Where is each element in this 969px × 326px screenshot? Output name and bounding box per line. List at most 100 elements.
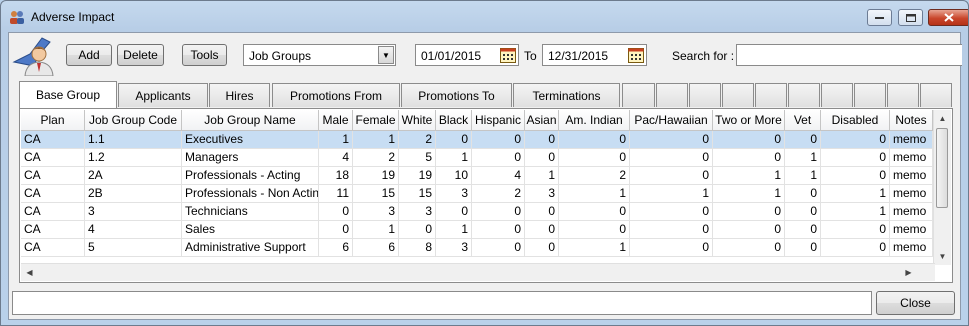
tab-terminations[interactable]: Terminations [513,83,620,107]
grid-header: Plan Job Group Code Job Group Name Male Fema… [21,110,933,131]
table-cell: 1 [353,131,399,149]
table-cell: 0 [630,131,713,149]
table-cell: Sales [182,221,319,239]
scroll-up-icon[interactable]: ▲ [934,110,951,127]
tab-base-group[interactable]: Base Group [19,81,117,108]
chevron-down-icon[interactable]: ▼ [378,46,394,64]
table-cell: 1 [525,167,559,185]
vertical-scrollbar[interactable]: ▲ ▼ [933,110,951,265]
column-header-white[interactable]: White [399,110,436,130]
table-cell: 5 [85,239,182,257]
tab-empty[interactable] [656,83,688,107]
column-header-vet[interactable]: Vet [785,110,821,130]
table-cell: 6 [319,239,353,257]
vertical-scroll-thumb[interactable] [936,128,948,208]
tab-applicants[interactable]: Applicants [118,83,208,107]
table-cell: 5 [399,149,436,167]
tab-hires[interactable]: Hires [209,83,270,107]
table-cell: 0 [821,239,890,257]
column-header-asian[interactable]: Asian [525,110,559,130]
column-header-male[interactable]: Male [319,110,353,130]
minimize-icon [875,16,884,19]
scroll-down-icon[interactable]: ▼ [934,248,951,265]
column-header-hispanic[interactable]: Hispanic [472,110,525,130]
table-cell: Professionals - Non Acting [182,185,319,203]
delete-button[interactable]: Delete [117,44,164,66]
table-cell: 0 [525,203,559,221]
column-header-disabled[interactable]: Disabled [821,110,890,130]
tab-promotions-to[interactable]: Promotions To [401,83,512,107]
table-cell: 0 [525,239,559,257]
table-cell: memo [890,167,933,185]
search-input[interactable] [736,44,962,66]
table-row[interactable]: CA 2B Professionals - Non Acting 11 15 15 3 2 3 1… [21,185,933,203]
column-header-black[interactable]: Black [436,110,472,130]
user-avatar-icon [12,37,54,76]
table-cell: 1 [436,149,472,167]
tab-empty[interactable] [920,83,952,107]
tab-empty[interactable] [821,83,853,107]
column-header-pac-hawaiian[interactable]: Pac/Hawaiian [630,110,713,130]
column-header-plan[interactable]: Plan [21,110,85,130]
table-cell: 0 [525,131,559,149]
table-cell: 1 [713,185,785,203]
table-cell: 1 [821,185,890,203]
table-cell: 0 [713,239,785,257]
column-header-am-indian[interactable]: Am. Indian [559,110,630,130]
tab-empty[interactable] [887,83,919,107]
scroll-left-icon[interactable]: ◀ [21,264,38,281]
table-cell: 0 [436,131,472,149]
tab-empty[interactable] [788,83,820,107]
horizontal-scrollbar[interactable]: ◀ ▶ [21,263,935,281]
column-header-job-group-code[interactable]: Job Group Code [85,110,182,130]
table-row[interactable]: CA 5 Administrative Support 6 6 8 3 0 0 1 0 0 0 0 memo [21,239,933,257]
app-icon [10,11,24,24]
table-cell: 0 [785,221,821,239]
tools-button[interactable]: Tools [182,44,227,66]
maximize-button[interactable] [898,9,923,26]
table-row[interactable]: CA 2A Professionals - Acting 18 19 19 10 4 1 2 0 1 1… [21,167,933,185]
column-header-notes[interactable]: Notes [890,110,933,130]
close-button[interactable]: Close [876,291,955,315]
calendar-icon[interactable] [500,47,516,63]
minimize-button[interactable] [867,9,892,26]
table-cell: Administrative Support [182,239,319,257]
tab-empty[interactable] [689,83,721,107]
tab-empty[interactable] [755,83,787,107]
table-cell: 2 [353,149,399,167]
table-cell: Technicians [182,203,319,221]
data-grid[interactable]: Plan Job Group Code Job Group Name Male Fema… [21,110,933,263]
table-cell: memo [890,185,933,203]
table-row[interactable]: CA 1.1 Executives 1 1 2 0 0 0 0 0 0 0 0 memo [21,131,933,149]
table-cell: 1 [821,203,890,221]
tab-empty[interactable] [854,83,886,107]
table-cell: 15 [353,185,399,203]
column-header-job-group-name[interactable]: Job Group Name [182,110,319,130]
table-cell: 0 [399,221,436,239]
table-cell: 18 [319,167,353,185]
close-window-button[interactable] [928,9,968,26]
date-from-field[interactable]: 01/01/2015 [415,44,519,66]
column-header-female[interactable]: Female [353,110,399,130]
table-cell: 0 [630,167,713,185]
table-cell: CA [21,221,85,239]
table-row[interactable]: CA 3 Technicians 0 3 3 0 0 0 0 0 0 0 1 memo [21,203,933,221]
table-cell: 0 [821,167,890,185]
table-row[interactable]: CA 4 Sales 0 1 0 1 0 0 0 0 0 0 0 memo [21,221,933,239]
tab-empty[interactable] [622,83,655,107]
tab-empty[interactable] [722,83,754,107]
to-label: To [524,49,537,63]
scroll-right-icon[interactable]: ▶ [900,264,917,281]
add-button[interactable]: Add [66,44,112,66]
column-header-two-or-more[interactable]: Two or More [713,110,785,130]
table-cell: 0 [713,149,785,167]
table-cell: 1 [353,221,399,239]
table-cell: CA [21,149,85,167]
tab-promotions-from[interactable]: Promotions From [272,83,400,107]
calendar-icon[interactable] [628,47,644,63]
table-cell: 2 [472,185,525,203]
table-cell: 0 [436,203,472,221]
date-to-field[interactable]: 12/31/2015 [542,44,647,66]
group-type-select[interactable]: Job Groups ▼ [243,44,396,66]
table-row[interactable]: CA 1.2 Managers 4 2 5 1 0 0 0 0 0 1 0 memo [21,149,933,167]
